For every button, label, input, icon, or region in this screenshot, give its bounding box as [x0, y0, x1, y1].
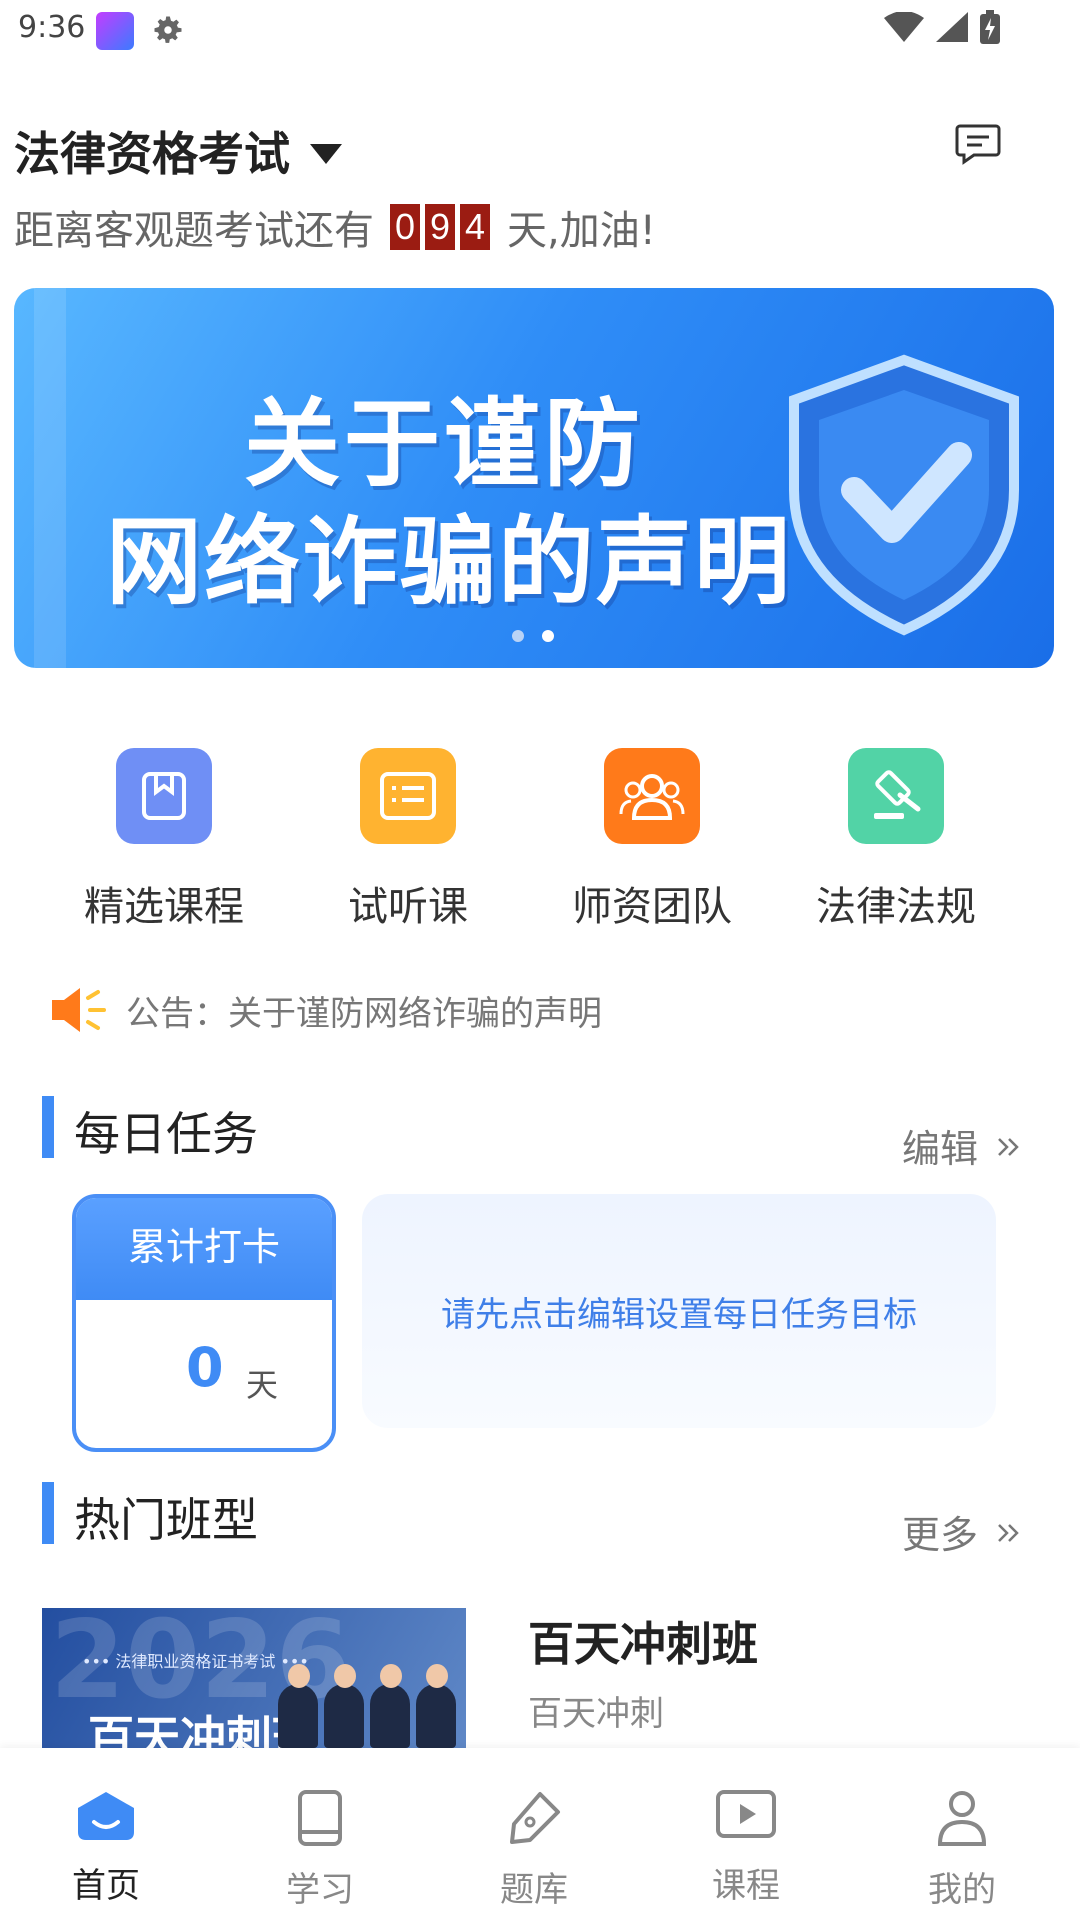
page-title: 法律资格考试	[14, 127, 290, 181]
checkin-label: 累计打卡	[76, 1198, 332, 1300]
announcement-bar[interactable]: 公告：关于谨防网络诈骗的声明	[50, 984, 602, 1036]
link-label: 编辑	[902, 1127, 979, 1171]
entry-label: 试听课	[348, 884, 468, 930]
speaker-icon	[52, 988, 106, 1032]
bottom-tab-bar: 首页 学习 题库 课程 我的	[0, 1748, 1080, 1920]
section-accent-bar	[42, 1482, 54, 1544]
teacher-photos	[278, 1664, 456, 1748]
entry-trial-lessons[interactable]: 试听课	[308, 748, 508, 932]
tab-label: 学习	[286, 1870, 354, 1910]
tab-home[interactable]: 首页	[36, 1788, 176, 1907]
banner-headline-line2: 网络诈骗的声明	[106, 506, 792, 618]
banner-decoration	[34, 288, 66, 668]
pen-icon	[510, 1792, 560, 1844]
entry-laws-regulations[interactable]: 法律法规	[796, 748, 996, 932]
entry-featured-courses[interactable]: 精选课程	[64, 748, 264, 932]
gavel-icon	[848, 748, 944, 844]
countdown-prefix: 距离客观题考试还有	[14, 208, 374, 254]
wifi-icon	[884, 12, 924, 42]
checkin-unit: 天	[246, 1366, 279, 1404]
tab-courses[interactable]: 课程	[676, 1788, 816, 1907]
promo-banner[interactable]: 关于谨防 网络诈骗的声明	[14, 288, 1054, 668]
task-hint-text: 请先点击编辑设置每日任务目标	[441, 1294, 917, 1335]
gear-icon	[150, 12, 186, 52]
double-chevron-right-icon	[996, 1510, 1022, 1554]
section-title-daily-task: 每日任务	[74, 1107, 258, 1161]
countdown-suffix: 天,加油!	[507, 208, 656, 254]
class-description: 百天冲刺	[528, 1694, 664, 1734]
checkin-count: 0	[186, 1336, 224, 1399]
more-classes-link[interactable]: 更多	[902, 1504, 1022, 1559]
message-icon[interactable]	[954, 122, 1002, 170]
task-hint-card[interactable]: 请先点击编辑设置每日任务目标	[362, 1194, 996, 1428]
list-icon	[360, 748, 456, 844]
tab-study[interactable]: 学习	[250, 1788, 390, 1911]
app-notification-icon	[96, 12, 134, 50]
signal-icon	[936, 12, 968, 42]
entry-label: 精选课程	[84, 884, 244, 930]
section-title-hot-classes: 热门班型	[74, 1493, 258, 1547]
thumb-subtitle: ••• 法律职业资格证书考试 •••	[82, 1652, 309, 1671]
status-indicators	[884, 10, 1000, 44]
user-icon	[937, 1791, 987, 1846]
tab-label: 课程	[712, 1866, 780, 1906]
home-icon	[78, 1792, 134, 1840]
book-icon	[116, 748, 212, 844]
exam-countdown: 距离客观题考试还有 0 9 4 天,加油!	[14, 198, 656, 256]
tab-label: 题库	[500, 1870, 568, 1910]
tab-label: 我的	[928, 1870, 996, 1910]
entry-label: 师资团队	[572, 884, 732, 930]
countdown-digit: 4	[460, 204, 490, 250]
announcement-text: 公告：关于谨防网络诈骗的声明	[126, 993, 602, 1034]
battery-icon	[980, 10, 1000, 44]
countdown-digits: 0 9 4	[390, 204, 495, 250]
tab-question-bank[interactable]: 题库	[464, 1788, 604, 1911]
link-label: 更多	[902, 1513, 979, 1557]
video-icon	[716, 1790, 776, 1838]
double-chevron-right-icon	[996, 1124, 1022, 1168]
teacher-photo	[370, 1664, 410, 1748]
teacher-photo	[324, 1664, 364, 1748]
entry-label: 法律法规	[816, 884, 976, 930]
book-icon	[298, 1790, 342, 1846]
team-icon	[604, 748, 700, 844]
countdown-digit: 0	[390, 204, 420, 250]
entry-teaching-team[interactable]: 师资团队	[552, 748, 752, 932]
edit-tasks-link[interactable]: 编辑	[902, 1118, 1022, 1173]
section-accent-bar	[42, 1096, 54, 1158]
status-time: 9:36	[18, 10, 86, 45]
carousel-dot[interactable]	[512, 630, 524, 642]
caret-down-icon	[310, 144, 342, 164]
tab-label: 首页	[72, 1866, 140, 1906]
teacher-photo	[416, 1664, 456, 1748]
teacher-photo	[278, 1664, 318, 1748]
countdown-digit: 9	[425, 204, 455, 250]
carousel-dot-active[interactable]	[542, 630, 554, 642]
class-thumbnail[interactable]: 2026 ••• 法律职业资格证书考试 ••• 百天冲刺班	[42, 1608, 466, 1748]
class-name[interactable]: 百天冲刺班	[528, 1608, 758, 1674]
shield-icon	[774, 350, 1034, 644]
tab-profile[interactable]: 我的	[892, 1788, 1032, 1911]
exam-selector[interactable]: 法律资格考试	[14, 118, 342, 184]
checkin-card[interactable]: 累计打卡 0 天	[72, 1194, 336, 1452]
